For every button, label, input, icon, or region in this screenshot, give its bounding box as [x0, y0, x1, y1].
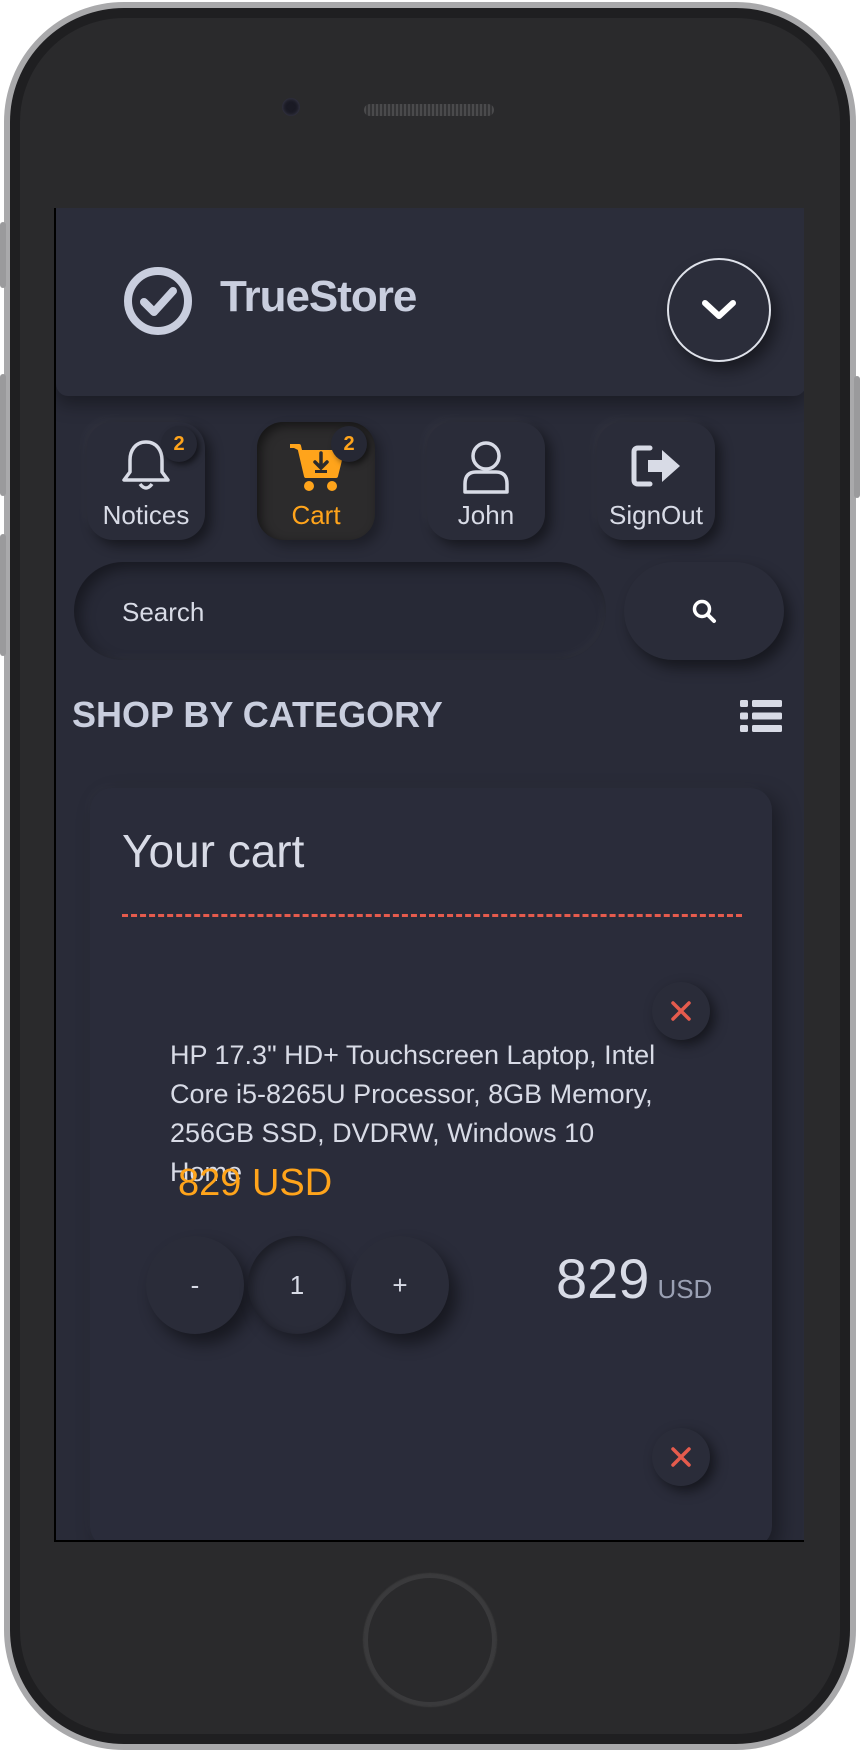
- category-heading: SHOP BY CATEGORY: [72, 694, 443, 735]
- nav-cart[interactable]: Cart 2: [257, 422, 375, 540]
- search-input[interactable]: [120, 592, 564, 632]
- nav-notices-label: Notices: [102, 500, 190, 530]
- cart-item: [90, 1428, 772, 1540]
- notices-count-badge: 2: [161, 426, 197, 462]
- mute-switch: [0, 222, 6, 288]
- quantity-value: 1: [248, 1236, 346, 1334]
- cart-item: HP 17.3" HD+ Touchscreen Laptop, Intel C…: [90, 982, 772, 1382]
- chevron-down-icon: [702, 300, 736, 319]
- sign-out-icon: [631, 445, 680, 487]
- decrease-quantity-button[interactable]: -: [146, 1236, 244, 1334]
- cart-panel: Your cart HP 17.3" HD+ Touchscreen Lapto…: [90, 788, 772, 1540]
- speaker-grille: [364, 104, 494, 116]
- power-button: [854, 376, 860, 498]
- remove-item-button[interactable]: [652, 1428, 710, 1486]
- home-button[interactable]: [364, 1574, 496, 1706]
- volume-down-button: [0, 534, 6, 656]
- brand-name: TrueStore: [220, 272, 417, 321]
- increase-quantity-button[interactable]: +: [351, 1236, 449, 1334]
- nav-signout-label: SignOut: [609, 500, 703, 530]
- nav-profile[interactable]: John: [427, 422, 545, 540]
- cart-divider: [122, 914, 742, 917]
- nav-signout[interactable]: SignOut: [597, 422, 715, 540]
- cart-title: Your cart: [122, 825, 305, 877]
- check-circle-icon: [124, 267, 192, 335]
- user-icon: [463, 441, 509, 494]
- search-bar: [74, 562, 606, 660]
- search-button[interactable]: [624, 562, 784, 660]
- close-icon: [671, 1001, 691, 1021]
- front-camera: [282, 98, 300, 116]
- item-total-amount: 829: [556, 1247, 650, 1310]
- item-total-currency: USD: [657, 1274, 713, 1304]
- nav-cart-label: Cart: [291, 500, 341, 530]
- nav-notices[interactable]: Notices 2: [87, 422, 205, 540]
- app-screen: TrueStore Notices 2 Cart 2 John SignOut …: [54, 208, 804, 1542]
- menu-toggle-button[interactable]: [667, 258, 771, 362]
- list-icon[interactable]: [740, 698, 782, 734]
- cart-count-badge: 2: [331, 426, 367, 462]
- item-total: 829 USD: [556, 1246, 712, 1311]
- search-icon: [692, 599, 716, 623]
- nav-profile-label: John: [457, 500, 515, 530]
- app-header: TrueStore: [56, 208, 804, 396]
- volume-up-button: [0, 374, 6, 496]
- remove-item-button[interactable]: [652, 982, 710, 1040]
- item-price: 829 USD: [178, 1162, 333, 1204]
- close-icon: [671, 1447, 691, 1467]
